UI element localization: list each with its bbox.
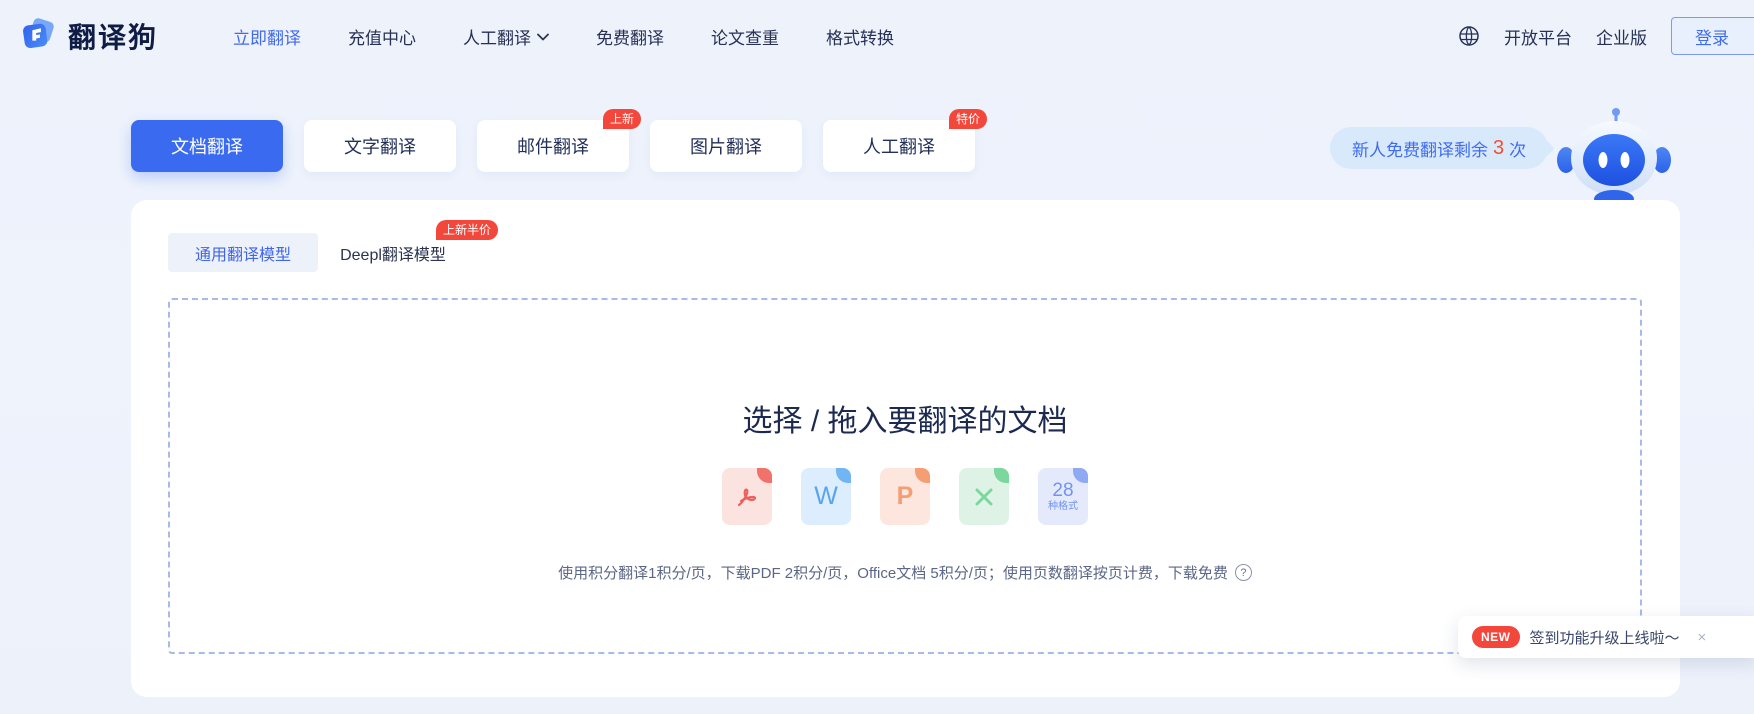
header-right: 开放平台 企业版 登录 (1458, 0, 1754, 72)
robot-mascot-icon (1556, 106, 1672, 200)
feature-tabs: 文档翻译 文字翻译 邮件翻译 上新 图片翻译 人工翻译 特价 (131, 120, 975, 172)
nav-item-recharge-center[interactable]: 充值中心 (348, 24, 416, 49)
main-nav: 立即翻译 充值中心 人工翻译 免费翻译 论文查重 格式转换 (233, 0, 894, 72)
tab-human-translation[interactable]: 人工翻译 特价 (823, 120, 975, 172)
pdf-file-icon (722, 468, 772, 525)
new-badge: 上新 (603, 109, 641, 129)
app: 翻译狗 立即翻译 充值中心 人工翻译 免费翻译 论文查重 格式转换 开放平 (0, 0, 1754, 714)
free-quota-text: 新人免费翻译剩余 (1352, 136, 1488, 161)
formats-count-icon: 28 种格式 (1038, 468, 1088, 525)
globe-icon[interactable] (1458, 25, 1480, 47)
translation-card: 通用翻译模型 Deepl翻译模型 上新半价 选择 / 拖入要翻译的文档 W P (131, 200, 1680, 697)
chevron-down-icon (537, 26, 549, 46)
special-price-badge: 特价 (949, 109, 987, 129)
brand-logo[interactable]: 翻译狗 (20, 0, 158, 72)
enterprise-link[interactable]: 企业版 (1596, 24, 1647, 49)
half-price-badge: 上新半价 (436, 220, 498, 240)
nav-item-human-translation[interactable]: 人工翻译 (463, 24, 549, 49)
pricing-description: 使用积分翻译1积分/页，下载PDF 2积分/页，Office文档 5积分/页；使… (170, 562, 1640, 583)
login-button[interactable]: 登录 (1671, 17, 1754, 55)
nav-item-format-conversion[interactable]: 格式转换 (826, 24, 894, 49)
dropzone-title: 选择 / 拖入要翻译的文档 (170, 396, 1640, 440)
tab-general-model[interactable]: 通用翻译模型 (168, 233, 318, 272)
supported-formats-icons: W P 28 种格式 (170, 468, 1640, 525)
tab-text-translation[interactable]: 文字翻译 (304, 120, 456, 172)
header: 翻译狗 立即翻译 充值中心 人工翻译 免费翻译 论文查重 格式转换 开放平 (0, 0, 1754, 72)
new-toast-badge: NEW (1472, 626, 1520, 648)
model-tabs: 通用翻译模型 Deepl翻译模型 上新半价 (168, 233, 468, 272)
help-icon[interactable]: ? (1235, 564, 1252, 581)
brand-name: 翻译狗 (68, 16, 158, 56)
tab-image-translation[interactable]: 图片翻译 (650, 120, 802, 172)
open-platform-link[interactable]: 开放平台 (1504, 24, 1572, 49)
nav-item-free-translation[interactable]: 免费翻译 (596, 24, 664, 49)
ppt-file-icon: P (880, 468, 930, 525)
excel-file-icon (959, 468, 1009, 525)
notification-toast[interactable]: NEW 签到功能升级上线啦～ × (1458, 616, 1754, 658)
nav-item-translate-now[interactable]: 立即翻译 (233, 24, 301, 49)
free-quota-bubble: 新人免费翻译剩余 3 次 (1330, 127, 1548, 169)
file-dropzone[interactable]: 选择 / 拖入要翻译的文档 W P (168, 298, 1642, 654)
free-quota-count: 3 (1493, 137, 1504, 160)
tab-document-translation[interactable]: 文档翻译 (131, 120, 283, 172)
brand-logo-icon (20, 15, 58, 58)
toast-message: 签到功能升级上线啦～ (1530, 627, 1680, 648)
close-icon[interactable]: × (1698, 629, 1707, 646)
tab-email-translation[interactable]: 邮件翻译 上新 (477, 120, 629, 172)
tab-deepl-model[interactable]: Deepl翻译模型 上新半价 (318, 233, 468, 272)
nav-item-plagiarism-check[interactable]: 论文查重 (711, 24, 779, 49)
word-file-icon: W (801, 468, 851, 525)
